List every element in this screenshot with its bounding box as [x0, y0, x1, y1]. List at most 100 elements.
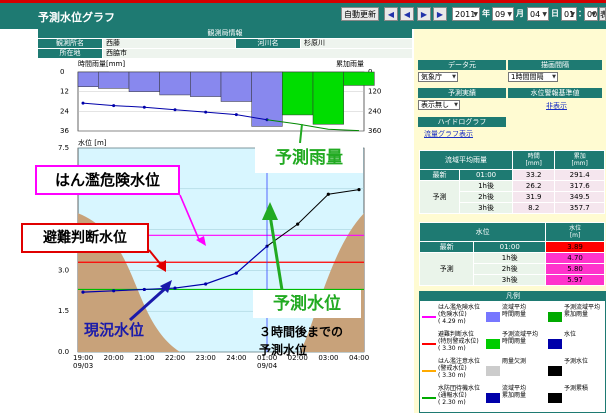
- legend-item-label: 予測流域平均 時間雨量: [502, 331, 539, 345]
- legend-item-label: はん濫危険水位 (危険水位) ( 4.29 m): [438, 304, 481, 325]
- level-value-header: 水位 [m]: [545, 222, 605, 242]
- legend-swatch: [548, 339, 562, 349]
- rain-bar-forecast: [312, 71, 344, 125]
- rain-cumulative-point: [204, 110, 208, 114]
- legend-swatch: [422, 397, 436, 399]
- row-cumulative: 357.7: [554, 202, 605, 214]
- row-time: 01:00: [473, 241, 547, 253]
- rain-cumulative-point: [234, 113, 238, 117]
- legend-swatch: [548, 312, 562, 322]
- level-y-tick: 7.5: [58, 144, 69, 152]
- current-level-label: 現況水位: [83, 321, 144, 339]
- level-actual-point: [112, 289, 116, 293]
- row-label: 最新: [418, 241, 475, 253]
- legend-item-label: 水防団待機水位 (通報水位) ( 2.30 m): [438, 385, 481, 406]
- rain-table: 流域平均雨量 時間 [mm] 累加 [mm] 最新 01:00 33.2 291…: [418, 150, 605, 214]
- legend-item-label: はん濫注意水位 (警戒水位) ( 3.30 m): [438, 358, 481, 379]
- level-value-cell: 3.89: [545, 241, 605, 253]
- rain-cumulative-point: [81, 101, 85, 105]
- interval-label: 描画間隔: [508, 60, 602, 70]
- level-value-cell: 5.97: [545, 274, 605, 286]
- level-actual-point: [204, 282, 208, 286]
- legend-swatch: [486, 393, 500, 403]
- row-hourly: 31.9: [512, 191, 556, 203]
- level-x-tick: 19:00: [73, 354, 93, 362]
- level-actual-point: [234, 271, 238, 275]
- rain-right-axis-label: 累加雨量: [336, 59, 364, 68]
- forecast-label: 予測実績: [418, 88, 506, 98]
- rain-cumulative-header: 累加 [mm]: [554, 150, 605, 170]
- forecast-note: ３時間後までの 予測水位: [259, 325, 344, 357]
- rain-left-tick: 0: [60, 68, 64, 76]
- row-cumulative: 317.6: [554, 180, 605, 192]
- legend-panel: 凡例 はん濫危険水位 (危険水位) ( 4.29 m) 流域平均 時間雨量 予測流域…: [419, 291, 606, 413]
- legend-item-label: 水位: [564, 331, 577, 338]
- forecast-select[interactable]: 表示無し: [418, 100, 460, 110]
- rain-left-tick: 36: [60, 127, 69, 135]
- rain-bar-actual: [98, 71, 130, 89]
- level-x-tick: 20:00: [104, 354, 124, 362]
- rain-bar-actual: [128, 71, 160, 92]
- row-hourly: 8.2: [512, 202, 556, 214]
- forecast-level-label: 予測水位: [253, 290, 361, 318]
- legend-swatch: [486, 312, 500, 322]
- level-value-cell: 4.70: [545, 252, 605, 264]
- rain-left-axis-label: 時間雨量[mm]: [78, 60, 125, 68]
- rain-right-tick: 120: [368, 88, 381, 96]
- legend-item-label: 流域平均 時間雨量: [502, 304, 527, 318]
- warning-toggle-link[interactable]: 非表示: [546, 101, 567, 111]
- data-source-label: データ元: [418, 60, 506, 70]
- date-label: 09/03: [73, 362, 93, 370]
- level-x-tick: 22:00: [165, 354, 185, 362]
- rain-bar-actual: [190, 71, 222, 97]
- rain-bar-actual: [220, 71, 252, 102]
- level-axis-label: 水位 [m]: [78, 138, 107, 147]
- level-x-tick: 23:00: [196, 354, 216, 362]
- row-label: 予測: [418, 252, 475, 286]
- flood-danger-callout: はん濫危険水位: [35, 165, 180, 195]
- legend-item-label: 避難判断水位 (特別警戒水位) ( 3.30 m): [438, 331, 479, 352]
- row-time: 01:00: [458, 169, 514, 181]
- legend-title: 凡例: [420, 292, 606, 301]
- legend-swatch: [422, 370, 436, 372]
- rain-cumulative-point: [142, 105, 146, 109]
- table-row: 最新 01:00 33.2 291.4: [419, 169, 605, 181]
- level-forecast-point: [296, 222, 300, 226]
- level-y-tick: 3.0: [58, 266, 69, 274]
- hydro-label: ハイドログラフ: [418, 117, 506, 127]
- legend-swatch: [486, 339, 500, 349]
- legend-item-label: 流域平均 累加雨量: [502, 385, 527, 399]
- level-actual-point: [81, 290, 85, 294]
- rain-hourly-header: 時間 [mm]: [512, 150, 556, 170]
- rain-right-tick: 240: [368, 107, 381, 115]
- row-label: 最新: [419, 169, 460, 181]
- level-actual-point: [142, 287, 146, 292]
- warning-label: 水位警報基準値: [508, 88, 602, 98]
- rain-cumulative-point: [112, 104, 116, 108]
- row-cumulative: 349.5: [554, 191, 605, 203]
- date-label: 09/04: [257, 362, 278, 370]
- rain-bar-actual: [159, 71, 191, 96]
- row-time: 1h後: [458, 180, 514, 192]
- evacuation-callout: 避難判断水位: [21, 223, 149, 253]
- level-table: 水位 水位 [m] 最新 01:00 3.89 予測 1h後 4.70 2h後 …: [418, 222, 605, 286]
- rain-bar-forecast: [343, 71, 375, 86]
- row-time: 1h後: [473, 252, 547, 264]
- level-value-cell: 5.80: [545, 263, 605, 275]
- level-x-tick: 24:00: [226, 354, 246, 362]
- rain-left-tick: 24: [60, 107, 69, 115]
- legend-item-label: 予測累積: [564, 385, 589, 392]
- level-actual-point: [173, 286, 177, 290]
- table-row: 予測 1h後 4.70: [418, 252, 605, 286]
- interval-select[interactable]: 1時間間隔: [508, 72, 558, 82]
- level-x-tick: 21:00: [134, 354, 154, 362]
- row-time: 3h後: [458, 202, 514, 214]
- rain-table-header: 流域平均雨量: [418, 150, 514, 170]
- data-source-select[interactable]: 気象庁: [418, 72, 458, 82]
- row-hourly: 33.2: [512, 169, 556, 181]
- level-y-tick: 0.0: [58, 348, 69, 356]
- legend-swatch: [422, 316, 436, 318]
- flow-graph-link[interactable]: 流量グラフ表示: [424, 129, 473, 139]
- legend-item-label: 予測流域平均 累加雨量: [564, 304, 601, 318]
- forecast-rain-label: 予測雨量: [255, 143, 363, 173]
